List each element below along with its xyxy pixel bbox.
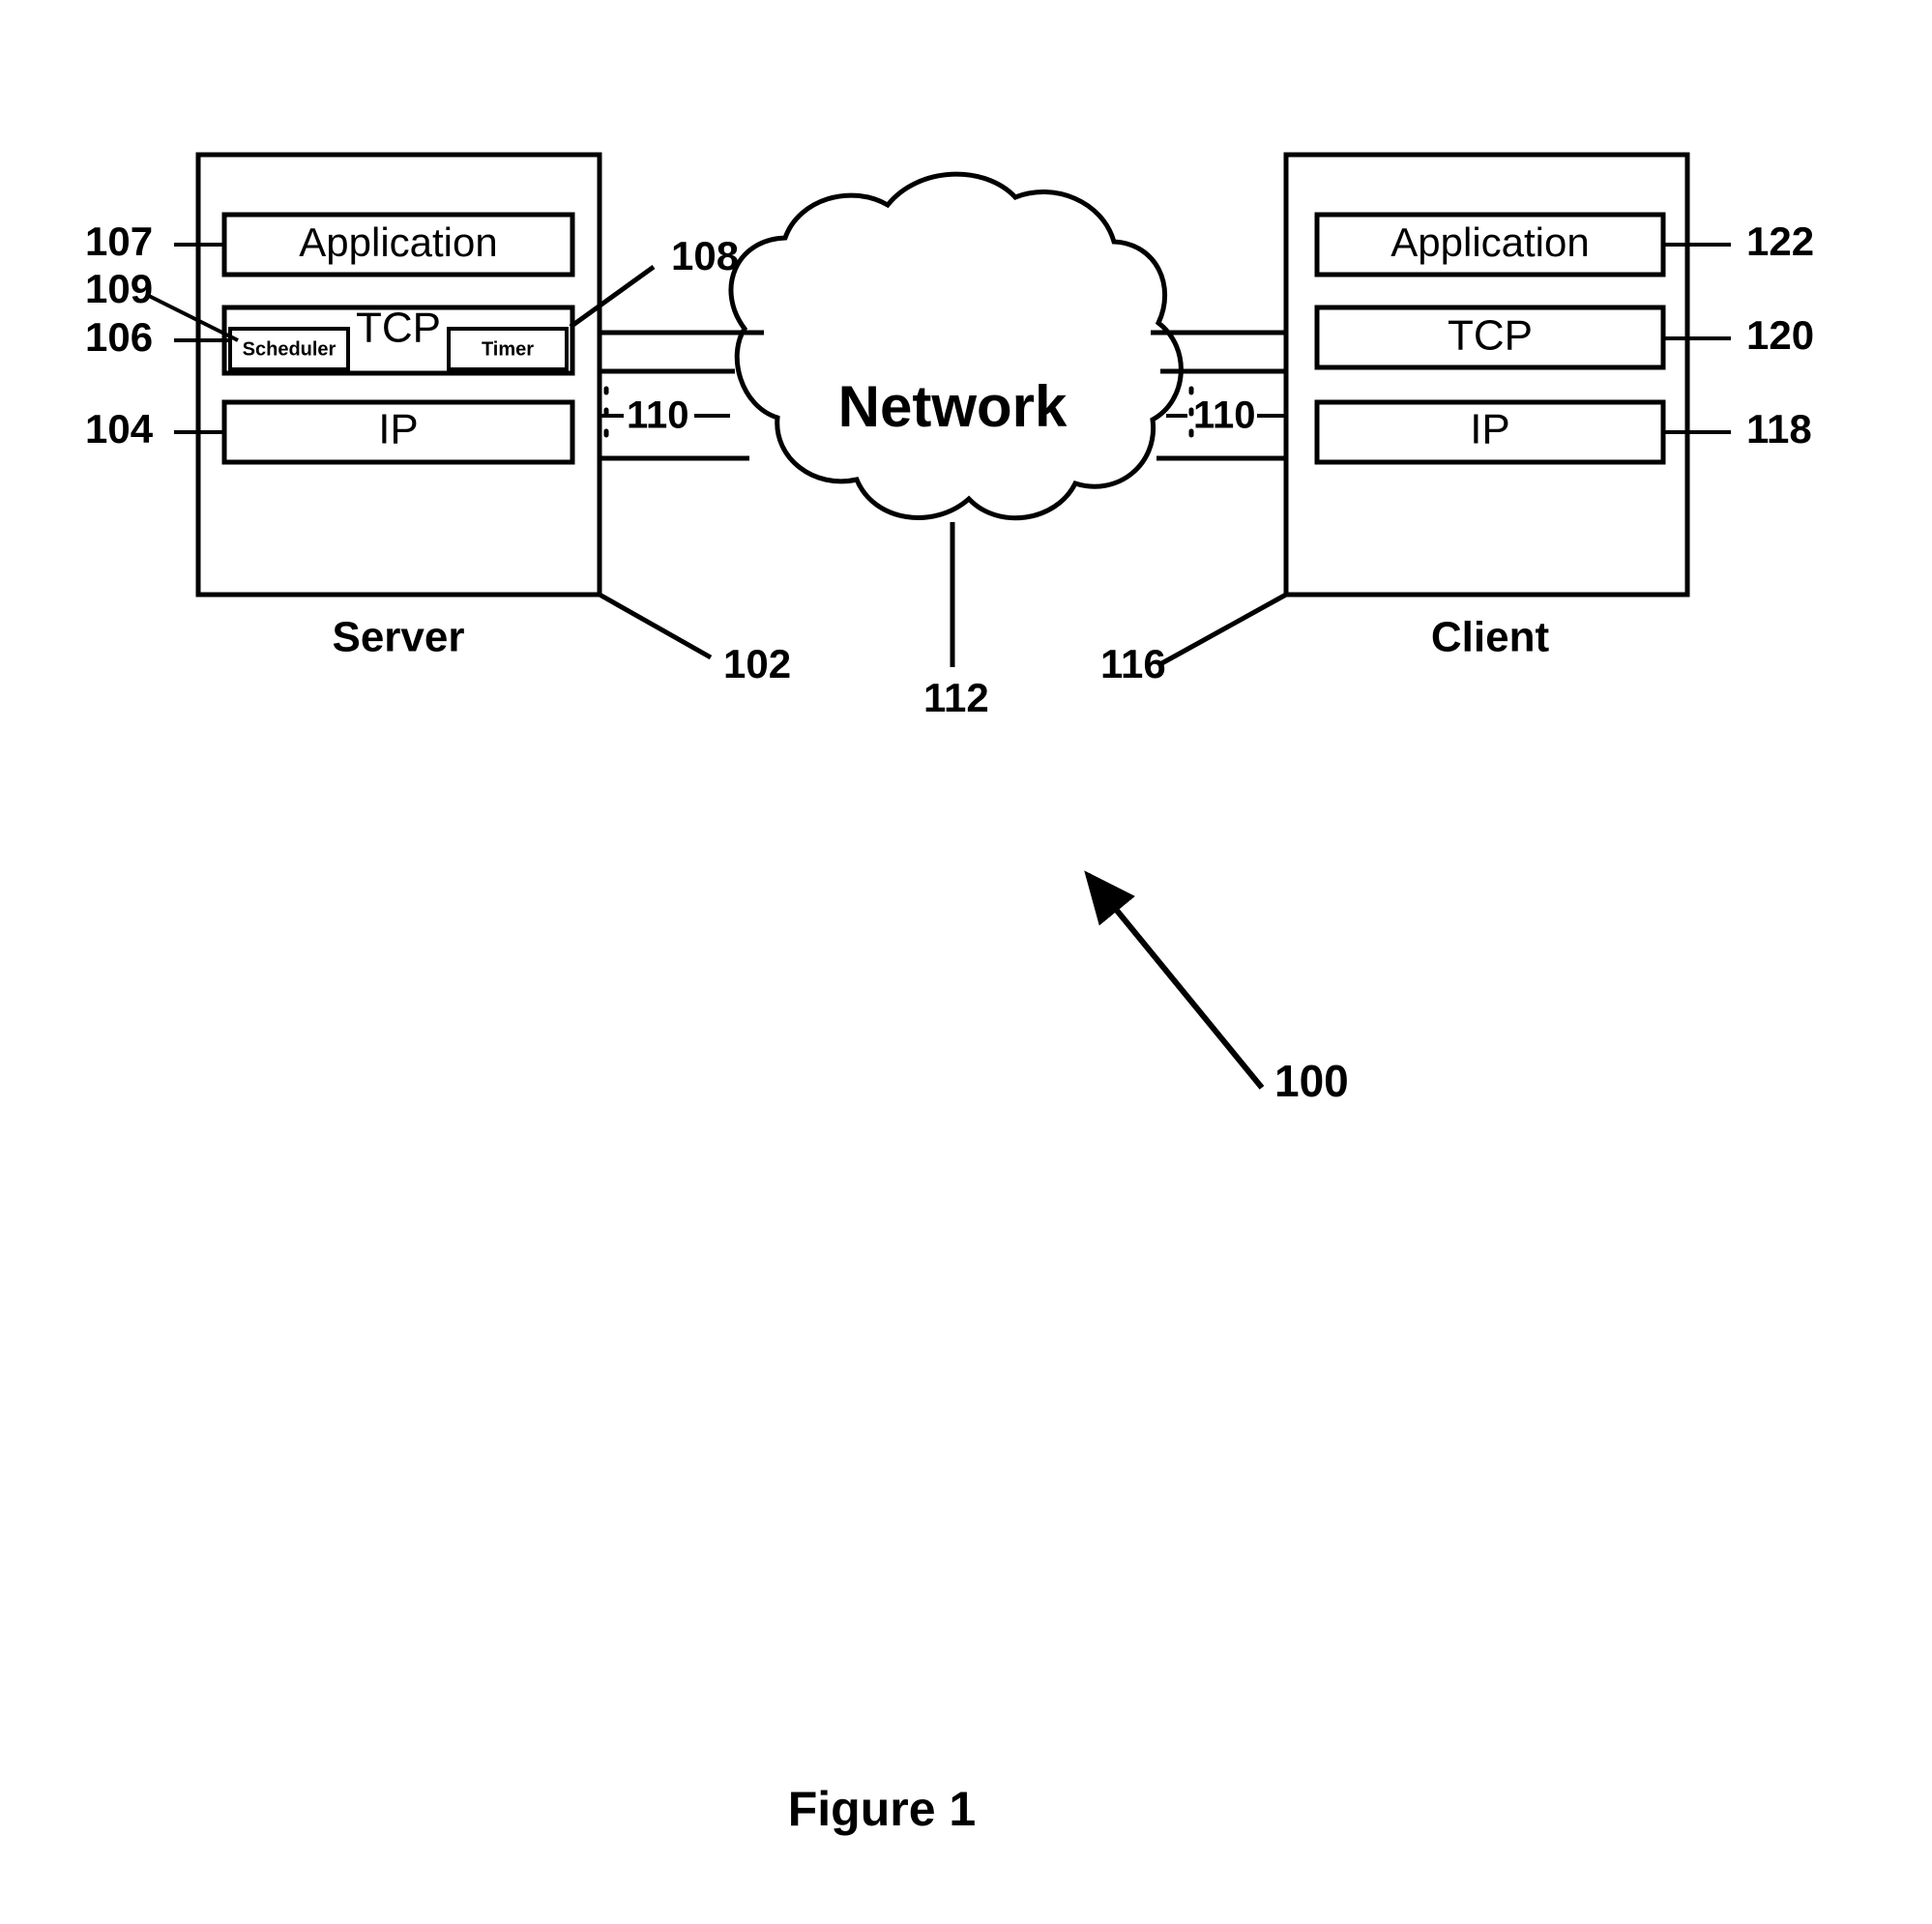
figure-caption: Figure 1 bbox=[788, 1782, 976, 1836]
ref-number-112: 112 bbox=[923, 675, 989, 720]
server-application-label: Application bbox=[299, 219, 497, 265]
ref-number-102: 102 bbox=[723, 641, 791, 686]
client-application-label: Application bbox=[1390, 219, 1589, 265]
ref-number-118: 118 bbox=[1746, 406, 1812, 452]
leader-line-102 bbox=[598, 592, 713, 660]
leader-line-116 bbox=[1156, 592, 1288, 668]
patent-figure-1: Application TCP Scheduler Timer IP 107 1… bbox=[0, 0, 1932, 1924]
ref-number-116: 116 bbox=[1100, 641, 1166, 686]
ref-number-110-server: 110 bbox=[627, 394, 689, 437]
ref-number-122: 122 bbox=[1746, 219, 1814, 264]
server-ip-label: IP bbox=[378, 406, 419, 453]
network-cloud-shape bbox=[728, 171, 1184, 521]
client-ip-label: IP bbox=[1470, 406, 1510, 453]
server-name-label: Server bbox=[332, 614, 464, 661]
ref-number-120: 120 bbox=[1746, 312, 1814, 358]
server-timer-label: Timer bbox=[482, 338, 534, 360]
ref-number-100: 100 bbox=[1274, 1056, 1349, 1106]
ref-number-108: 108 bbox=[671, 233, 739, 278]
leader-line-108 bbox=[569, 264, 656, 330]
ref-number-109: 109 bbox=[85, 266, 153, 311]
server-tcp-label: TCP bbox=[356, 305, 441, 352]
client-tcp-label: TCP bbox=[1448, 312, 1533, 360]
system-callout-arrow bbox=[1084, 870, 1265, 1090]
network-label: Network bbox=[838, 374, 1068, 439]
ref-number-107: 107 bbox=[85, 219, 153, 264]
network-architecture-diagram: Application TCP Scheduler Timer IP 107 1… bbox=[85, 152, 1814, 1836]
ref-number-104: 104 bbox=[85, 406, 154, 452]
ref-number-106: 106 bbox=[85, 314, 153, 360]
ref-number-110-client: 110 bbox=[1193, 394, 1256, 437]
client-name-label: Client bbox=[1431, 614, 1550, 661]
server-scheduler-label: Scheduler bbox=[243, 338, 337, 360]
